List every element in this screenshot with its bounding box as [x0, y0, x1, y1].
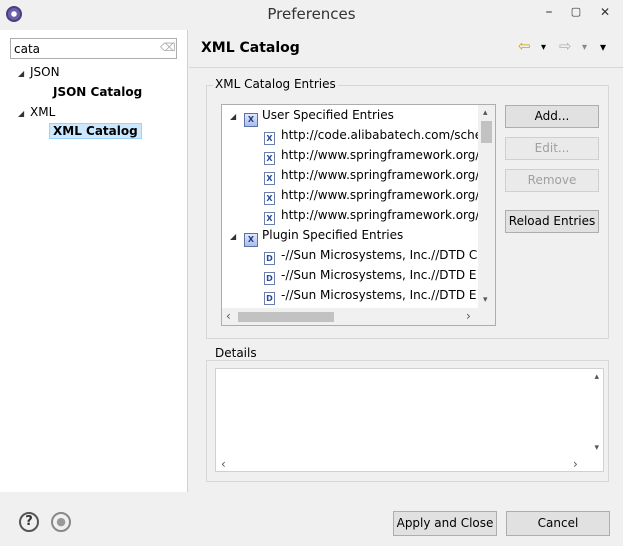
scroll-corner — [478, 308, 495, 325]
cancel-button[interactable]: Cancel — [506, 511, 610, 536]
collapse-arrow-icon[interactable]: ◢ — [18, 109, 30, 118]
tree-item-xml-catalog[interactable]: XML Catalog — [49, 123, 142, 139]
view-menu-icon[interactable]: ▾ — [600, 40, 606, 54]
entry-label: -//Sun Microsystems, Inc.//DTD E — [281, 288, 477, 302]
title-bar: Preferences – ▢ ✕ — [0, 0, 623, 30]
catalog-group-icon: X — [244, 113, 258, 127]
catalog-group-icon: X — [244, 233, 258, 247]
tree-group-user[interactable]: ◢ X User Specified Entries — [230, 106, 394, 127]
group-label: XML Catalog Entries — [213, 77, 338, 91]
maximize-button[interactable]: ▢ — [565, 3, 587, 23]
vertical-scrollbar[interactable]: ▴ ▾ — [478, 105, 495, 309]
collapse-arrow-icon[interactable]: ◢ — [18, 69, 30, 78]
collapse-arrow-icon[interactable]: ◢ — [230, 228, 240, 246]
minimize-button[interactable]: – — [538, 3, 560, 23]
scroll-up-icon[interactable]: ▴ — [594, 372, 599, 382]
tree-group-plugin[interactable]: ◢ X Plugin Specified Entries — [230, 226, 404, 247]
filter-input[interactable] — [11, 39, 151, 58]
scroll-up-icon[interactable]: ▴ — [483, 108, 488, 118]
entry-label: http://www.springframework.org/ — [281, 148, 480, 162]
details-text-area[interactable]: ▴ ▾ ‹ › — [215, 368, 604, 472]
entry-label: http://www.springframework.org/ — [281, 208, 480, 222]
scroll-down-icon[interactable]: ▾ — [483, 295, 488, 305]
details-label: Details — [213, 346, 259, 360]
header-divider — [189, 67, 623, 68]
tree-item-label: XML — [30, 105, 56, 119]
catalog-entry[interactable]: D -//Sun Microsystems, Inc.//DTD E — [264, 286, 477, 305]
scroll-left-icon[interactable]: ‹ — [221, 458, 226, 470]
filter-field[interactable]: ⌫ — [10, 38, 177, 59]
scroll-thumb[interactable] — [238, 312, 334, 322]
entry-label: -//Sun Microsystems, Inc.//DTD E — [281, 268, 477, 282]
catalog-entry[interactable]: Xhttp://www.springframework.org/ — [264, 146, 480, 165]
clear-filter-icon[interactable]: ⌫ — [160, 42, 176, 54]
catalog-entry[interactable]: Xhttp://code.alibabatech.com/sche — [264, 126, 483, 145]
scroll-right-icon[interactable]: › — [573, 458, 578, 470]
dtd-file-icon: D — [264, 292, 275, 305]
catalog-entry[interactable]: D -//Sun Microsystems, Inc.//DTD C — [264, 246, 478, 265]
scroll-left-icon[interactable]: ‹ — [226, 310, 231, 322]
close-button[interactable]: ✕ — [594, 3, 616, 23]
catalog-entry[interactable]: Xhttp://www.springframework.org/ — [264, 166, 480, 185]
tree-group-label: Plugin Specified Entries — [262, 228, 404, 242]
entry-label: -//Sun Microsystems, Inc.//DTD C — [281, 248, 478, 262]
back-dropdown-icon[interactable]: ▾ — [541, 42, 546, 53]
entry-label: http://www.springframework.org/ — [281, 188, 480, 202]
scroll-down-icon[interactable]: ▾ — [594, 443, 599, 453]
xml-file-icon: X — [264, 152, 275, 165]
catalog-entry[interactable]: Xhttp://www.springframework.org/ — [264, 186, 480, 205]
scroll-thumb[interactable] — [481, 121, 492, 143]
tree-item-xml[interactable]: ◢ XML — [18, 105, 55, 119]
xml-file-icon: X — [264, 132, 275, 145]
collapse-arrow-icon[interactable]: ◢ — [230, 108, 240, 126]
tree-group-label: User Specified Entries — [262, 108, 394, 122]
window-title: Preferences — [267, 5, 356, 23]
catalog-entry[interactable]: Xhttp://www.springframework.org/ — [264, 206, 480, 225]
tree-item-label: JSON — [30, 65, 60, 79]
forward-dropdown-icon[interactable]: ▾ — [582, 42, 587, 53]
xml-file-icon: X — [264, 212, 275, 225]
dtd-file-icon: D — [264, 252, 275, 265]
tree-item-label: JSON Catalog — [53, 85, 143, 99]
entry-label: http://code.alibabatech.com/sche — [281, 128, 483, 142]
catalog-tree[interactable]: ◢ X User Specified Entries Xhttp://code.al… — [221, 104, 496, 326]
tree-item-label: XML Catalog — [53, 124, 138, 138]
horizontal-scrollbar[interactable]: ‹ › — [222, 308, 480, 325]
apply-and-close-button[interactable]: Apply and Close — [393, 511, 497, 536]
help-icon[interactable]: ? — [19, 512, 39, 532]
forward-arrow-icon[interactable]: ⇨ — [559, 37, 572, 55]
tree-item-json[interactable]: ◢ JSON — [18, 65, 60, 79]
preferences-sidebar: ⌫ ◢JSON JSON Catalog ◢XML XML Catalog — [0, 30, 188, 492]
page-title: XML Catalog — [201, 40, 300, 56]
xml-file-icon: X — [264, 172, 275, 185]
dtd-file-icon: D — [264, 272, 275, 285]
preference-page: XML Catalog ⇦ ▾ ⇨ ▾ ▾ XML Catalog Entrie… — [189, 30, 623, 492]
back-arrow-icon[interactable]: ⇦ — [518, 37, 531, 55]
entry-label: http://www.springframework.org/ — [281, 168, 480, 182]
scroll-right-icon[interactable]: › — [466, 310, 471, 322]
catalog-entry[interactable]: D -//Sun Microsystems, Inc.//DTD E — [264, 266, 477, 285]
tree-item-json-catalog[interactable]: JSON Catalog — [53, 85, 142, 99]
reload-entries-button[interactable]: Reload Entries — [505, 210, 599, 233]
add-button[interactable]: Add... — [505, 105, 599, 128]
record-macro-icon[interactable]: ● — [51, 512, 71, 532]
edit-button[interactable]: Edit... — [505, 137, 599, 160]
remove-button[interactable]: Remove — [505, 169, 599, 192]
xml-file-icon: X — [264, 192, 275, 205]
